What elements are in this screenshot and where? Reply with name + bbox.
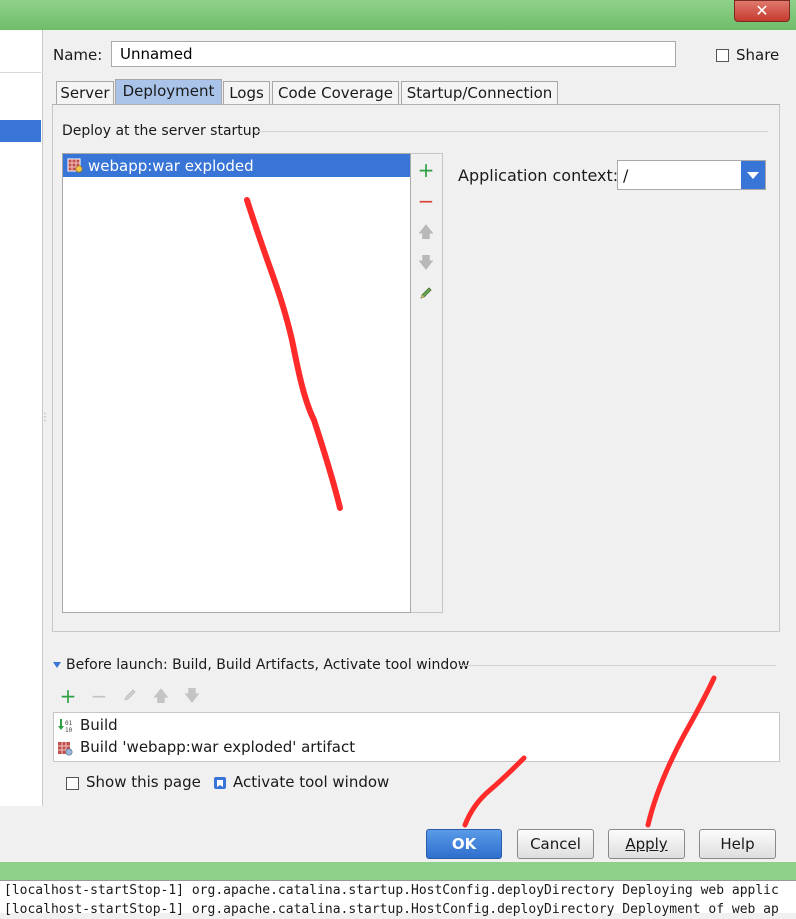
app-context-label: Application context: (458, 166, 619, 185)
collapse-toggle-icon[interactable] (53, 662, 61, 668)
show-page-label[interactable]: Show this page (86, 773, 201, 791)
chevron-down-icon[interactable] (741, 161, 765, 189)
cancel-button[interactable]: Cancel (517, 829, 594, 859)
console-output[interactable]: [localhost-startStop-1] org.apache.catal… (0, 880, 796, 917)
move-down-icon[interactable]: 🡇 (416, 253, 436, 273)
svg-text:10: 10 (65, 727, 73, 734)
build-icon: 01 10 (56, 718, 74, 734)
section-divider (256, 131, 768, 132)
tab-logs[interactable]: Logs (223, 81, 270, 104)
console-line: [localhost-startStop-1] org.apache.catal… (4, 883, 779, 898)
remove-icon[interactable]: − (416, 191, 436, 211)
deploy-item-label: webapp:war exploded (88, 157, 254, 175)
edit-icon[interactable] (120, 686, 140, 706)
remove-icon[interactable]: − (89, 686, 109, 706)
move-up-icon[interactable]: 🡅 (416, 222, 436, 242)
tab-deployment[interactable]: Deployment (115, 79, 222, 105)
artifact-icon (56, 740, 74, 756)
add-icon[interactable]: + (416, 160, 436, 180)
svg-text:01: 01 (65, 720, 73, 727)
tree-selected-item[interactable] (0, 120, 41, 142)
move-up-icon[interactable]: 🡅 (151, 686, 171, 706)
tab-startup-connection[interactable]: Startup/Connection (401, 81, 558, 104)
activate-tool-checkbox-icon[interactable] (213, 776, 227, 794)
tab-code-coverage[interactable]: Code Coverage (272, 81, 399, 104)
share-checkbox[interactable] (716, 49, 729, 62)
annotation-stroke (462, 755, 527, 828)
apply-button[interactable]: Apply (608, 829, 685, 859)
artifact-war-icon (67, 157, 83, 173)
tree-divider (0, 72, 41, 73)
tab-server[interactable]: Server (56, 81, 114, 104)
name-label: Name: (53, 46, 103, 64)
move-down-icon[interactable]: 🡇 (182, 686, 202, 706)
deploy-section-title: Deploy at the server startup (62, 123, 261, 139)
before-launch-list[interactable]: 01 10 Build Build 'webapp:war exploded' a… (53, 712, 780, 762)
name-input[interactable] (111, 41, 676, 67)
add-icon[interactable]: + (58, 686, 78, 706)
show-page-checkbox[interactable] (66, 777, 79, 790)
window-bottom-border (0, 862, 796, 882)
list-item[interactable]: 01 10 Build (56, 714, 118, 736)
share-label[interactable]: Share (736, 46, 779, 64)
activate-tool-label[interactable]: Activate tool window (233, 773, 389, 791)
before-launch-title[interactable]: Before launch: Build, Build Artifacts, A… (66, 657, 469, 673)
app-context-combobox[interactable]: / (617, 160, 766, 190)
window-close-button[interactable]: ✕ (734, 0, 790, 22)
before-launch-divider (460, 665, 776, 666)
ok-button[interactable]: OK (426, 829, 502, 859)
build-artifact-label: Build 'webapp:war exploded' artifact (80, 738, 356, 756)
edit-icon[interactable] (416, 284, 436, 304)
window-titlebar (0, 0, 796, 30)
deploy-list-item[interactable]: webapp:war exploded (63, 154, 410, 177)
build-label: Build (80, 716, 118, 734)
console-line: [localhost-startStop-1] org.apache.catal… (4, 902, 779, 917)
app-context-value: / (623, 166, 629, 185)
splitter-handle[interactable]: ⋮ (40, 412, 50, 430)
deploy-artifact-list[interactable] (62, 153, 411, 613)
config-tree-panel (0, 30, 43, 806)
list-item[interactable]: Build 'webapp:war exploded' artifact (56, 736, 355, 758)
help-button[interactable]: Help (699, 829, 776, 859)
